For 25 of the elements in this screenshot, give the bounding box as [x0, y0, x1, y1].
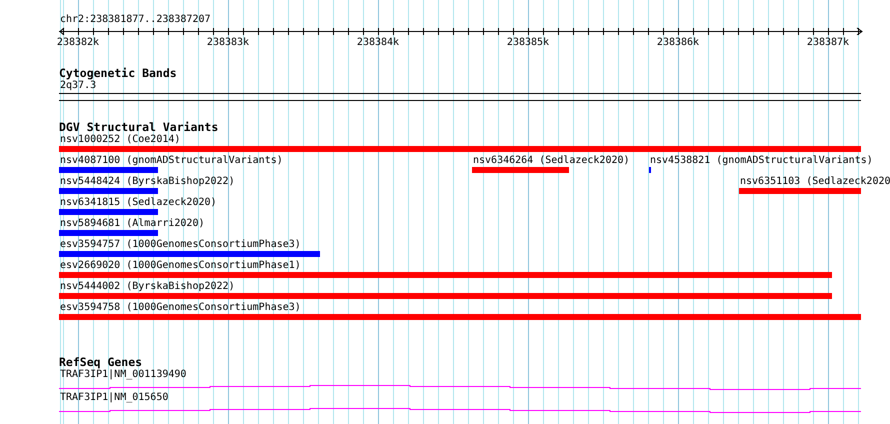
variant-label: nsv4087100 (gnomADStructuralVariants)	[59, 155, 283, 167]
variant-label: nsv1000252 (Coe2014)	[59, 134, 180, 146]
band-label: 2q37.3	[59, 80, 96, 92]
track-title: DGV Structural Variants	[59, 121, 218, 134]
gene-label: TRAF3IP1|NM_015650	[59, 392, 168, 404]
tick-label: 238382k	[56, 37, 100, 48]
ruler-title: chr2:238381877..238387207	[59, 14, 211, 26]
variant-label: nsv6341815 (Sedlazeck2020)	[59, 197, 217, 209]
tick-label: 238387k	[806, 37, 850, 48]
variant-label: nsv5894681 (Almarri2020)	[59, 218, 204, 230]
variant-label: nsv6346264 (Sedlazeck2020)	[472, 155, 630, 167]
gene-label: TRAF3IP1|NM_001139490	[59, 369, 186, 381]
variant-label: esv3594757 (1000GenomesConsortiumPhase3)	[59, 239, 301, 251]
variant-label: nsv6351103 (Sedlazeck2020	[739, 176, 890, 188]
variant-label: esv2669020 (1000GenomesConsortiumPhase1)	[59, 260, 301, 272]
track-title: Cytogenetic Bands	[59, 67, 177, 80]
variant-label: esv3594758 (1000GenomesConsortiumPhase3)	[59, 302, 301, 314]
variant-label: nsv5444002 (ByrskaBishop2022)	[59, 281, 235, 293]
track-title: RefSeq Genes	[59, 356, 142, 369]
variant-label: nsv4538821 (gnomADStructuralVariants)	[649, 155, 873, 167]
variant-label: nsv5448424 (ByrskaBishop2022)	[59, 176, 235, 188]
tick-label: 238383k	[206, 37, 250, 48]
tick-label: 238385k	[506, 37, 550, 48]
tick-label: 238386k	[656, 37, 700, 48]
tick-label: 238384k	[356, 37, 400, 48]
